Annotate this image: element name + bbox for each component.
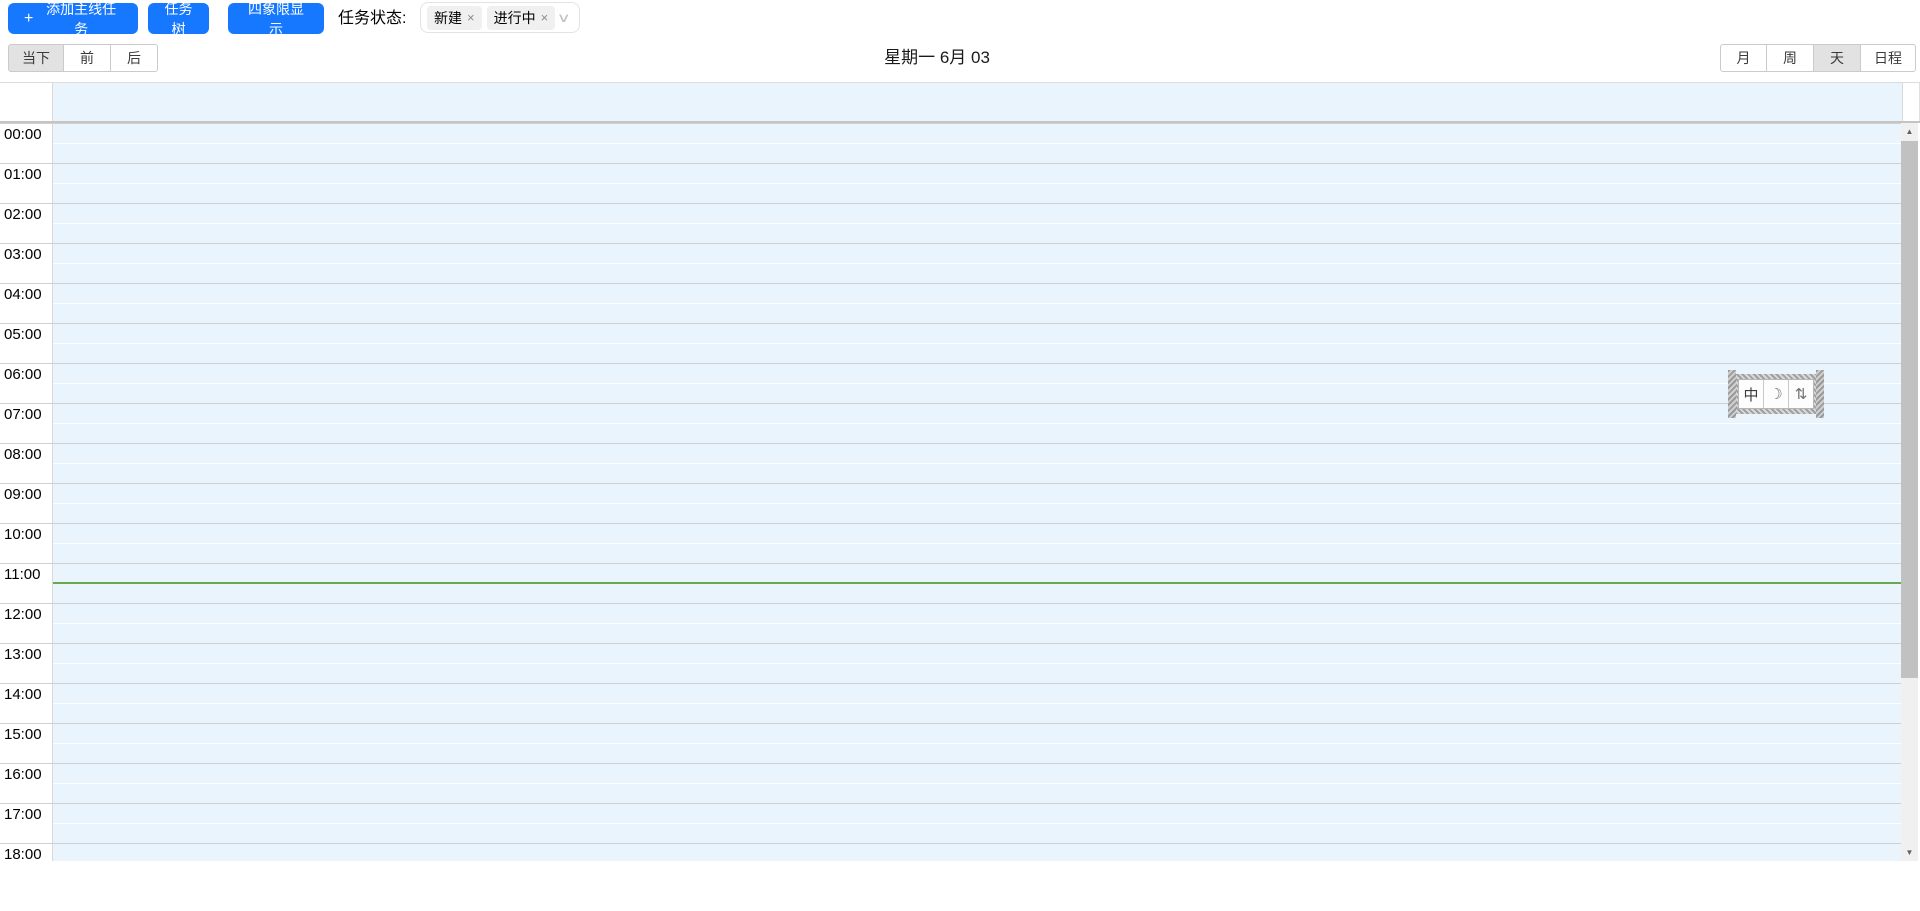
- time-label: 16:00: [4, 766, 42, 783]
- task-status-label: 任务状态:: [338, 10, 407, 27]
- time-slot-02:00[interactable]: [53, 203, 1901, 243]
- timegrid: 00:00 01:00 02:00 03:00 04:00 05:00 06:00 07:00…: [0, 123, 1901, 861]
- time-slot-13:00[interactable]: [53, 643, 1901, 683]
- view-button-日程[interactable]: 日程: [1861, 44, 1916, 72]
- time-slot-04:00[interactable]: [53, 283, 1901, 323]
- nav-button-后[interactable]: 后: [111, 44, 158, 72]
- time-label: 03:00: [4, 246, 42, 263]
- calendar-header: 当下前后 星期一 6月 03 月周天日程: [0, 40, 1920, 75]
- scrollbar-up-icon[interactable]: ▲: [1901, 123, 1918, 140]
- allday-lane[interactable]: [53, 83, 1902, 121]
- time-slot-16:00[interactable]: [53, 763, 1901, 803]
- allday-row: [0, 82, 1920, 123]
- tag-close-icon[interactable]: ×: [541, 11, 549, 24]
- view-button-天[interactable]: 天: [1814, 44, 1861, 72]
- allday-scrollbar-gutter: [1902, 83, 1920, 121]
- task-status-select[interactable]: 新建 × 进行中 × ∨: [420, 2, 580, 33]
- add-main-task-button[interactable]: + 添加主线任务: [8, 1, 138, 37]
- time-label: 17:00: [4, 806, 42, 823]
- scrollbar-down-icon[interactable]: ▼: [1901, 844, 1918, 861]
- time-label: 11:00: [4, 566, 41, 583]
- time-label: 04:00: [4, 286, 42, 303]
- time-label: 07:00: [4, 406, 42, 423]
- nav-button-当下[interactable]: 当下: [8, 44, 64, 72]
- time-label: 13:00: [4, 646, 42, 663]
- time-label: 09:00: [4, 486, 42, 503]
- time-slot-14:00[interactable]: [53, 683, 1901, 723]
- ime-frame-post: [1816, 370, 1824, 418]
- time-slot-08:00[interactable]: [53, 443, 1901, 483]
- view-button-月[interactable]: 月: [1720, 44, 1767, 72]
- time-label: 12:00: [4, 606, 42, 623]
- status-tag: 进行中 ×: [486, 5, 556, 30]
- current-time-indicator: [53, 582, 1901, 584]
- ime-chinese-mode-button[interactable]: 中: [1739, 380, 1764, 408]
- time-slot-03:00[interactable]: [53, 243, 1901, 283]
- time-label: 06:00: [4, 366, 42, 383]
- time-slot-05:00[interactable]: [53, 323, 1901, 363]
- view-button-周[interactable]: 周: [1767, 44, 1814, 72]
- ime-toolbar[interactable]: 中 ☽ ⇅: [1728, 370, 1824, 418]
- time-slot-17:00[interactable]: [53, 803, 1901, 843]
- time-label: 01:00: [4, 166, 42, 183]
- quadrant-display-button[interactable]: 四象限显示: [228, 1, 324, 37]
- task-calendar-page: + 添加主线任务 任务树 四象限显示 任务状态: 新建 × 进行中 × ∨ 当下前后 星…: [0, 0, 1920, 911]
- status-tag-label: 进行中: [493, 9, 536, 26]
- view-button-group: 月周天日程: [1720, 44, 1916, 72]
- scrollbar-thumb[interactable]: [1901, 141, 1918, 678]
- ime-toolbar-buttons: 中 ☽ ⇅: [1738, 379, 1814, 409]
- allday-axis-cell: [0, 83, 53, 121]
- time-slot-10:00[interactable]: [53, 523, 1901, 563]
- status-tag: 新建 ×: [427, 5, 482, 30]
- time-slot-18:00[interactable]: [53, 843, 1901, 861]
- ime-punctuation-icon[interactable]: ⇅: [1789, 380, 1813, 408]
- nav-button-前[interactable]: 前: [64, 44, 111, 72]
- time-label: 15:00: [4, 726, 42, 743]
- time-slot-12:00[interactable]: [53, 603, 1901, 643]
- time-label: 18:00: [4, 846, 42, 861]
- time-slot-00:00[interactable]: [53, 123, 1901, 163]
- status-tag-label: 新建: [434, 9, 462, 26]
- ime-frame-post: [1728, 370, 1736, 418]
- vertical-scrollbar[interactable]: ▲ ▼: [1901, 123, 1918, 861]
- add-main-task-label: 添加主线任务: [46, 0, 117, 37]
- time-label: 02:00: [4, 206, 42, 223]
- time-label: 08:00: [4, 446, 42, 463]
- time-slot-07:00[interactable]: [53, 403, 1901, 443]
- top-toolbar: + 添加主线任务 任务树 四象限显示 任务状态: 新建 × 进行中 × ∨: [0, 0, 1920, 40]
- time-label: 10:00: [4, 526, 42, 543]
- nav-button-group: 当下前后: [8, 44, 158, 72]
- time-label: 00:00: [4, 126, 42, 143]
- tag-close-icon[interactable]: ×: [467, 11, 475, 24]
- plus-icon: +: [24, 9, 34, 27]
- ime-fullwidth-moon-icon[interactable]: ☽: [1764, 380, 1789, 408]
- chevron-down-icon: ∨: [556, 9, 572, 25]
- time-slot-09:00[interactable]: [53, 483, 1901, 523]
- time-slot-06:00[interactable]: [53, 363, 1901, 403]
- time-slot-15:00[interactable]: [53, 723, 1901, 763]
- time-label: 05:00: [4, 326, 42, 343]
- task-tree-button[interactable]: 任务树: [148, 1, 209, 37]
- calendar-title: 星期一 6月 03: [884, 48, 990, 67]
- time-slot-01:00[interactable]: [53, 163, 1901, 203]
- time-label: 14:00: [4, 686, 42, 703]
